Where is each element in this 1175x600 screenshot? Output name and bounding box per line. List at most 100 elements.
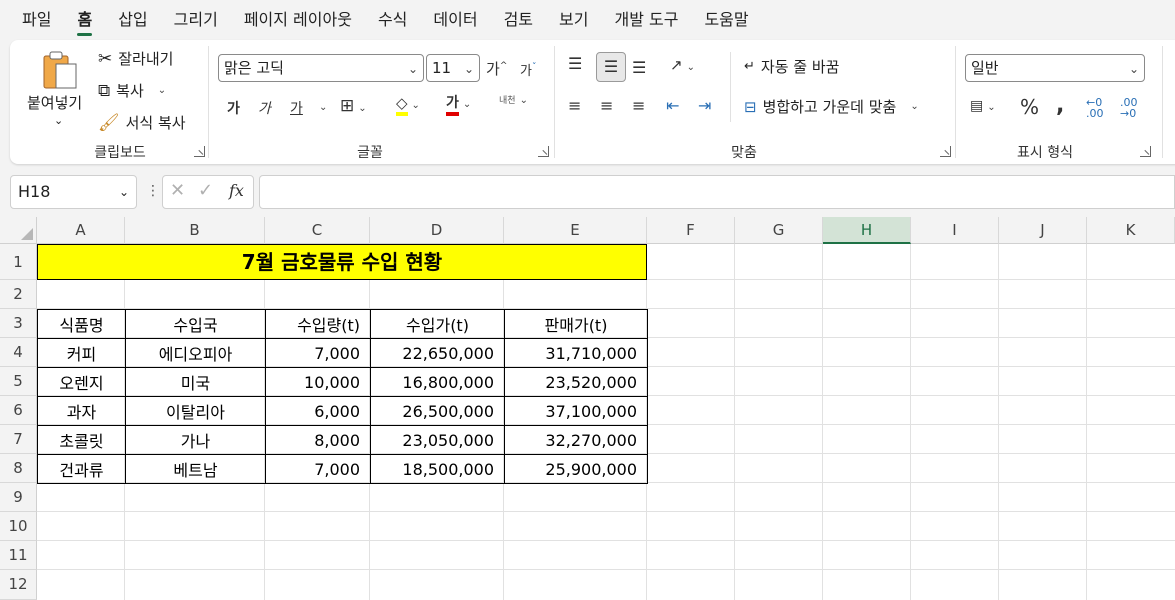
name-box[interactable]: H18 ⌄ [10, 175, 137, 209]
phonetic-button[interactable]: 내천 ⌄ [499, 96, 528, 107]
column-header-d[interactable]: D [370, 217, 504, 244]
underline-button[interactable]: 가 [290, 98, 303, 118]
cut-button[interactable]: ✂ 잘라내기 [98, 48, 173, 69]
more-options-icon[interactable]: ⋮ [146, 183, 160, 199]
chevron-down-icon[interactable]: ⌄ [119, 176, 129, 208]
table-cell[interactable]: 에디오피아 [125, 338, 266, 368]
column-header-h[interactable]: H [823, 217, 911, 244]
align-middle-button[interactable]: ☰ [596, 52, 626, 82]
row-header-9[interactable]: 9 [0, 483, 37, 512]
paste-icon[interactable] [42, 50, 78, 90]
grow-font-button[interactable]: 가^ [486, 58, 507, 79]
font-color-button[interactable]: 가 ⌄ [446, 94, 471, 116]
insert-function-button[interactable]: fx [229, 181, 244, 200]
table-cell[interactable]: 커피 [37, 338, 126, 368]
shrink-font-button[interactable]: 가ˇ [520, 60, 536, 79]
chevron-down-icon[interactable]: ⌄ [910, 101, 918, 112]
borders-button[interactable]: ⊞ ⌄ [340, 96, 367, 116]
number-format-select[interactable]: 일반 ⌄ [965, 54, 1145, 82]
align-top-button[interactable]: ☰ [568, 54, 582, 73]
column-header-f[interactable]: F [647, 217, 735, 244]
paste-dropdown-icon[interactable]: ⌄ [54, 114, 63, 127]
row-header-3[interactable]: 3 [0, 309, 37, 338]
row-header-4[interactable]: 4 [0, 338, 37, 367]
italic-button[interactable]: 가 [258, 98, 271, 118]
percent-style-button[interactable]: % [1020, 95, 1039, 119]
decrease-indent-button[interactable]: ⇤ [666, 96, 679, 115]
align-left-button[interactable]: ≡ [568, 96, 581, 115]
table-cell[interactable]: 26,500,000 [370, 396, 505, 426]
comma-style-button[interactable]: , [1056, 93, 1064, 118]
column-header-b[interactable]: B [125, 217, 265, 244]
table-cell[interactable]: 31,710,000 [504, 338, 648, 368]
table-cell[interactable]: 22,650,000 [370, 338, 505, 368]
menu-page-layout[interactable]: 페이지 레이아웃 [244, 0, 352, 38]
font-size-select[interactable]: 11 ⌄ [426, 54, 480, 82]
row-header-12[interactable]: 12 [0, 570, 37, 600]
fill-color-button[interactable]: ◇ ⌄ [396, 94, 420, 116]
header-cell[interactable]: 수입국 [125, 309, 266, 339]
menu-draw[interactable]: 그리기 [174, 0, 218, 38]
increase-decimal-button[interactable]: ←0.00 [1086, 97, 1104, 119]
table-cell[interactable]: 10,000 [265, 367, 371, 397]
clipboard-launcher-icon[interactable] [194, 146, 205, 157]
column-header-i[interactable]: I [911, 217, 999, 244]
row-header-2[interactable]: 2 [0, 280, 37, 309]
table-cell[interactable]: 16,800,000 [370, 367, 505, 397]
header-cell[interactable]: 판매가(t) [504, 309, 648, 339]
number-launcher-icon[interactable] [1140, 146, 1151, 157]
paste-button[interactable]: 붙여넣기 [27, 92, 82, 113]
table-cell[interactable]: 가나 [125, 425, 266, 455]
menu-formulas[interactable]: 수식 [378, 0, 407, 38]
menu-review[interactable]: 검토 [504, 0, 533, 38]
copy-button[interactable]: ⧉ 복사 ⌄ [98, 80, 166, 101]
formula-input[interactable] [259, 175, 1175, 209]
column-header-k[interactable]: K [1087, 217, 1175, 244]
row-header-8[interactable]: 8 [0, 454, 37, 483]
align-right-button[interactable]: ≡ [632, 96, 645, 115]
header-cell[interactable]: 수입량(t) [265, 309, 371, 339]
align-bottom-button[interactable]: ☰ [632, 58, 646, 77]
table-cell[interactable]: 6,000 [265, 396, 371, 426]
menu-home[interactable]: 홈 [77, 0, 92, 38]
header-cell[interactable]: 식품명 [37, 309, 126, 339]
table-cell[interactable]: 초콜릿 [37, 425, 126, 455]
column-header-j[interactable]: J [999, 217, 1087, 244]
row-header-7[interactable]: 7 [0, 425, 37, 454]
alignment-launcher-icon[interactable] [940, 146, 951, 157]
sheet-title-cell[interactable]: 7월 금호물류 수입 현황 [37, 244, 647, 280]
merge-center-button[interactable]: ⊟ 병합하고 가운데 맞춤 ⌄ [744, 96, 919, 117]
column-header-g[interactable]: G [735, 217, 823, 244]
bold-button[interactable]: 가 [227, 98, 240, 118]
cancel-icon[interactable]: ✕ [170, 180, 185, 201]
orientation-button[interactable]: ↗ ⌄ [670, 56, 695, 74]
row-header-1[interactable]: 1 [0, 244, 37, 280]
row-header-6[interactable]: 6 [0, 396, 37, 425]
table-cell[interactable]: 18,500,000 [370, 454, 505, 484]
table-cell[interactable]: 오렌지 [37, 367, 126, 397]
table-cell[interactable]: 베트남 [125, 454, 266, 484]
table-cell[interactable]: 이탈리아 [125, 396, 266, 426]
column-header-e[interactable]: E [504, 217, 647, 244]
table-cell[interactable]: 7,000 [265, 454, 371, 484]
table-cell[interactable]: 7,000 [265, 338, 371, 368]
format-painter-button[interactable]: 🖌 서식 복사 [98, 112, 186, 133]
table-cell[interactable]: 25,900,000 [504, 454, 648, 484]
menu-file[interactable]: 파일 [22, 0, 51, 38]
table-cell[interactable]: 23,520,000 [504, 367, 648, 397]
font-launcher-icon[interactable] [538, 146, 549, 157]
menu-view[interactable]: 보기 [559, 0, 588, 38]
menu-data[interactable]: 데이터 [433, 0, 477, 38]
table-cell[interactable]: 32,270,000 [504, 425, 648, 455]
copy-dropdown-icon[interactable]: ⌄ [158, 85, 166, 96]
table-cell[interactable]: 23,050,000 [370, 425, 505, 455]
select-all-button[interactable] [0, 217, 37, 244]
confirm-icon[interactable]: ✓ [198, 180, 213, 201]
wrap-text-button[interactable]: ↵ 자동 줄 바꿈 [744, 56, 839, 77]
align-center-button[interactable]: ≡ [600, 96, 613, 115]
table-cell[interactable]: 37,100,000 [504, 396, 648, 426]
table-cell[interactable]: 건과류 [37, 454, 126, 484]
table-cell[interactable]: 8,000 [265, 425, 371, 455]
menu-help[interactable]: 도움말 [704, 0, 748, 38]
underline-dropdown-icon[interactable]: ⌄ [315, 98, 327, 114]
